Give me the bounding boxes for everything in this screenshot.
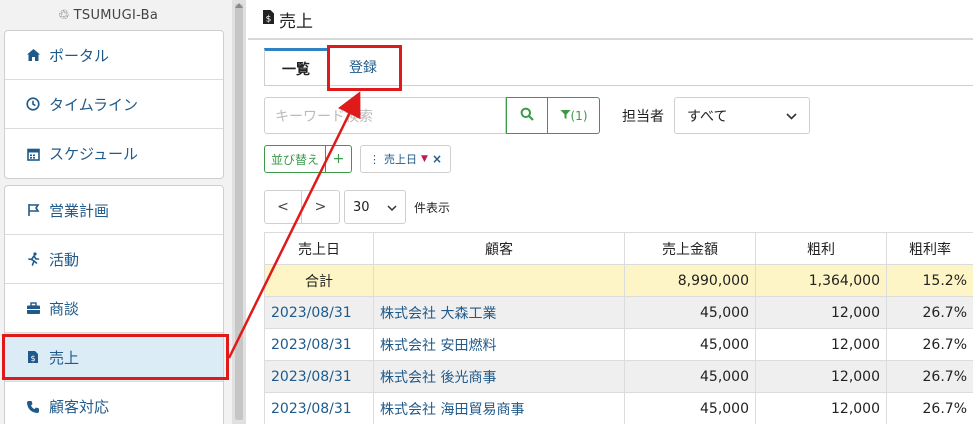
clock-icon (25, 96, 41, 112)
assignee-label: 担当者 (622, 108, 664, 125)
sidebar-item-customer-support[interactable]: 顧客対応 (5, 382, 223, 424)
assignee-select-value: すべて (687, 108, 728, 125)
app-logo[interactable]: ♲ TSUMUGI-Ba (58, 6, 158, 24)
logo-text: TSUMUGI-Ba (73, 7, 159, 23)
filter-button[interactable]: (1) (548, 97, 600, 134)
home-icon (25, 47, 41, 63)
sales-date-link[interactable]: 2023/08/31 (264, 328, 374, 361)
calendar-icon (25, 146, 41, 162)
amount-cell: 45,000 (624, 392, 756, 424)
total-rate: 15.2% (886, 264, 973, 297)
logo-knot-icon: ♲ (58, 7, 70, 23)
profit-cell: 12,000 (755, 328, 887, 361)
sidebar-item-label: タイムライン (49, 95, 138, 114)
filter-count: (1) (570, 108, 588, 123)
column-header-amount[interactable]: 売上金額 (624, 232, 756, 265)
sales-date-link[interactable]: 2023/08/31 (264, 360, 374, 393)
table-row[interactable]: 2023/08/31 株式会社 後光商事 45,000 12,000 26.7% (264, 360, 973, 393)
keyword-search-input[interactable]: キーワード検索 (264, 97, 506, 134)
sidebar-item-portal[interactable]: ポータル (5, 31, 223, 80)
per-page-value: 30 (353, 199, 370, 215)
chevron-down-icon (387, 200, 397, 215)
sidebar-group-sales: 営業計画 活動 商談 $ 売上 顧客対応 (4, 185, 224, 424)
customer-link[interactable]: 株式会社 後光商事 (373, 360, 625, 393)
highlight-box-sales-nav (2, 334, 229, 380)
sales-date-link[interactable]: 2023/08/31 (264, 392, 374, 424)
table-row[interactable]: 2023/08/31 株式会社 安田燃料 45,000 12,000 26.7% (264, 328, 973, 361)
running-icon (25, 251, 41, 267)
per-page-select[interactable]: 30 (344, 190, 406, 224)
customer-link[interactable]: 株式会社 海田貿易商事 (373, 392, 625, 424)
column-header-customer[interactable]: 顧客 (373, 232, 625, 265)
flag-icon (25, 202, 41, 218)
tab-list[interactable]: 一覧 (264, 48, 328, 86)
chevron-down-icon (786, 108, 797, 124)
sidebar-item-activity[interactable]: 活動 (5, 235, 223, 284)
table-header-row: 売上日 顧客 売上金額 粗利 粗利率 (264, 232, 973, 265)
sort-chip[interactable]: ⋮ 売上日 ▼ × (360, 145, 451, 173)
search-icon (520, 107, 534, 125)
rate-cell: 26.7% (886, 296, 973, 329)
column-header-profit[interactable]: 粗利 (755, 232, 887, 265)
sidebar-item-label: スケジュール (49, 145, 138, 163)
column-header-sales-date[interactable]: 売上日 (264, 232, 374, 265)
customer-link[interactable]: 株式会社 大森工業 (373, 296, 625, 329)
total-row: 合計 8,990,000 1,364,000 15.2% (264, 264, 973, 297)
customer-link[interactable]: 株式会社 安田燃料 (373, 328, 625, 361)
total-profit: 1,364,000 (755, 264, 887, 297)
sidebar-item-label: 商談 (49, 299, 80, 318)
remove-sort-icon[interactable]: × (432, 152, 442, 166)
drag-handle-icon[interactable]: ⋮ (369, 153, 380, 166)
sidebar-scrollbar[interactable] (232, 0, 246, 424)
rate-cell: 26.7% (886, 360, 973, 393)
page-header: $ 売上 (248, 0, 973, 40)
scroll-up-arrow-icon[interactable] (235, 3, 243, 8)
filter-icon (560, 109, 571, 123)
search-bar: キーワード検索 (1) 担当者 すべて (264, 97, 810, 134)
total-label: 合計 (264, 264, 374, 297)
sidebar-item-deals[interactable]: 商談 (5, 284, 223, 333)
next-page-button[interactable]: > (302, 190, 340, 224)
highlight-box-register-tab (327, 45, 402, 91)
rate-cell: 26.7% (886, 392, 973, 424)
sort-bar: 並び替え + ⋮ 売上日 ▼ × (264, 145, 451, 173)
sort-desc-icon[interactable]: ▼ (421, 154, 428, 164)
briefcase-icon (25, 300, 41, 316)
amount-cell: 45,000 (624, 360, 756, 393)
rate-cell: 26.7% (886, 328, 973, 361)
sales-date-link[interactable]: 2023/08/31 (264, 296, 374, 329)
prev-page-button[interactable]: < (264, 190, 302, 224)
profit-cell: 12,000 (755, 392, 887, 424)
column-header-profit-rate[interactable]: 粗利率 (886, 232, 973, 265)
per-page-suffix: 件表示 (414, 200, 451, 215)
total-customer-cell (373, 264, 625, 297)
sidebar-item-sales-plan[interactable]: 営業計画 (5, 186, 223, 235)
amount-cell: 45,000 (624, 296, 756, 329)
sidebar-item-label: 活動 (49, 250, 80, 269)
pagination: < > 30 件表示 (264, 190, 450, 224)
svg-text:$: $ (266, 15, 272, 25)
sidebar-item-timeline[interactable]: タイムライン (5, 80, 223, 129)
table-row[interactable]: 2023/08/31 株式会社 海田貿易商事 45,000 12,000 26.… (264, 392, 973, 424)
sort-chip-label: 売上日 (384, 153, 418, 166)
sidebar-item-label: 顧客対応 (49, 398, 110, 416)
scrollbar-thumb[interactable] (235, 4, 243, 420)
invoice-icon: $ (262, 9, 275, 29)
assignee-select[interactable]: すべて (674, 97, 810, 134)
page-title: 売上 (279, 11, 313, 32)
add-sort-button[interactable]: + (326, 145, 353, 173)
table-row[interactable]: 2023/08/31 株式会社 大森工業 45,000 12,000 26.7% (264, 296, 973, 329)
sidebar-item-label: ポータル (49, 46, 110, 65)
sales-table: 売上日 顧客 売上金額 粗利 粗利率 合計 8,990,000 1,364,00… (264, 232, 973, 424)
profit-cell: 12,000 (755, 360, 887, 393)
sort-button[interactable]: 並び替え (264, 145, 327, 173)
total-amount: 8,990,000 (624, 264, 756, 297)
search-button[interactable] (506, 97, 548, 134)
profit-cell: 12,000 (755, 296, 887, 329)
amount-cell: 45,000 (624, 328, 756, 361)
sidebar-item-schedule[interactable]: スケジュール (5, 129, 223, 178)
sidebar-item-label: 営業計画 (49, 201, 110, 220)
phone-icon (25, 399, 41, 415)
sidebar-group-main: ポータル タイムライン スケジュール (4, 30, 224, 179)
